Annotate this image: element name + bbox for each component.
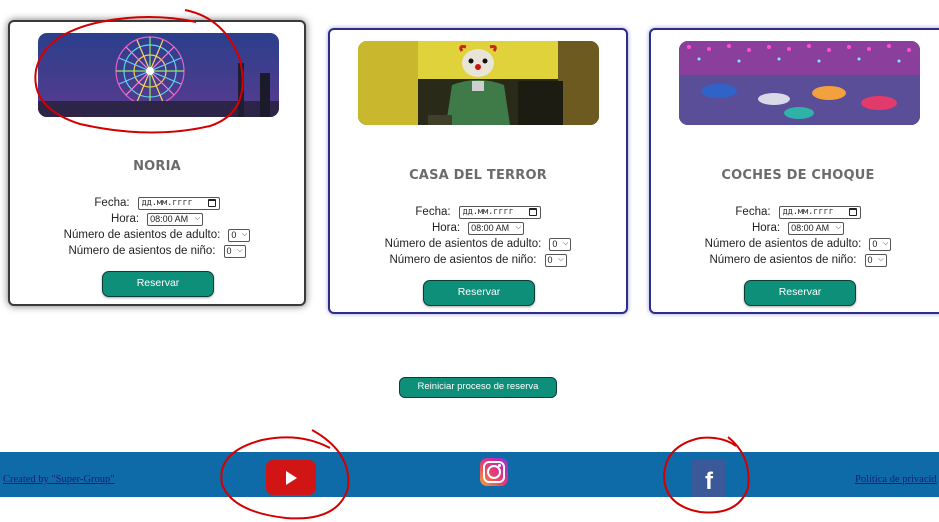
hora-label: Hora: xyxy=(431,222,461,234)
attraction-title: CASA DEL TERROR xyxy=(409,168,547,183)
chevron-down-icon: ⌵ xyxy=(558,256,564,263)
reservar-button[interactable]: Reservar xyxy=(744,280,856,306)
hora-value: 08:00 AM xyxy=(150,214,189,224)
child-seats-select[interactable]: 0 ⌵ xyxy=(223,244,246,258)
hora-label: Hora: xyxy=(751,222,781,234)
hora-label: Hora: xyxy=(110,213,140,225)
attraction-card-casa-del-terror: CASA DEL TERROR Fecha: дд.мм.гггг Hora: … xyxy=(328,28,628,314)
bumper-cars-image xyxy=(679,41,920,125)
credit-link[interactable]: Created by "Super-Group" xyxy=(3,474,115,485)
fecha-label: Fecha: xyxy=(415,206,451,218)
chevron-down-icon: ⌵ xyxy=(515,224,522,231)
date-placeholder: дд.мм.гггг xyxy=(462,207,514,217)
instagram-icon[interactable] xyxy=(480,458,508,486)
hora-select[interactable]: 08:00 AM ⌵ xyxy=(788,221,845,235)
reservation-form: Fecha: дд.мм.гггг Hora: 08:00 AM ⌵ Número… xyxy=(10,195,304,259)
attraction-card-coches-de-choque: COCHES DE CHOQUE Fecha: дд.мм.гггг Hora:… xyxy=(649,28,939,314)
fecha-label: Fecha: xyxy=(94,197,130,209)
attraction-title: COCHES DE CHOQUE xyxy=(721,168,875,183)
privacy-policy-link[interactable]: Política de privacid xyxy=(855,474,937,485)
ferris-wheel-image xyxy=(38,33,279,117)
fecha-label: Fecha: xyxy=(735,206,771,218)
adult-seats-value: 0 xyxy=(231,230,237,240)
date-placeholder: дд.мм.гггг xyxy=(141,198,193,208)
child-seats-value: 0 xyxy=(867,255,873,265)
hora-select[interactable]: 08:00 AM ⌵ xyxy=(468,221,525,235)
chevron-down-icon: ⌵ xyxy=(237,247,243,254)
instagram-lens xyxy=(487,465,501,479)
child-seats-select[interactable]: 0 ⌵ xyxy=(864,253,887,267)
child-seats-label: Número de asientos de niño: xyxy=(68,245,216,257)
date-input[interactable]: дд.мм.гггг xyxy=(778,205,861,219)
adult-seats-label: Número de asientos de adulto: xyxy=(63,229,221,241)
hora-select[interactable]: 08:00 AM ⌵ xyxy=(147,212,204,226)
attraction-card-noria: NORIA Fecha: дд.мм.гггг Hora: 08:00 AM ⌵ … xyxy=(8,20,306,306)
hora-value: 08:00 AM xyxy=(471,223,510,233)
child-seats-value: 0 xyxy=(226,246,232,256)
adult-seats-value: 0 xyxy=(872,239,878,249)
youtube-icon[interactable] xyxy=(266,460,316,495)
chevron-down-icon: ⌵ xyxy=(563,240,569,247)
reset-reservation-button[interactable]: Reiniciar proceso de reserva xyxy=(399,377,557,398)
calendar-icon[interactable] xyxy=(528,208,537,216)
attraction-title: NORIA xyxy=(133,159,181,174)
adult-seats-select[interactable]: 0 ⌵ xyxy=(228,228,251,242)
child-seats-value: 0 xyxy=(547,255,553,265)
chevron-down-icon: ⌵ xyxy=(835,224,842,231)
chevron-down-icon: ⌵ xyxy=(883,240,889,247)
facebook-glyph: f xyxy=(705,468,713,495)
date-input[interactable]: дд.мм.гггг xyxy=(458,205,541,219)
calendar-icon[interactable] xyxy=(207,199,216,207)
facebook-icon[interactable]: f xyxy=(692,459,726,497)
adult-seats-select[interactable]: 0 ⌵ xyxy=(869,237,892,251)
adult-seats-label: Número de asientos de adulto: xyxy=(384,238,542,250)
adult-seats-label: Número de asientos de adulto: xyxy=(704,238,862,250)
reservar-button[interactable]: Reservar xyxy=(102,271,214,297)
calendar-icon[interactable] xyxy=(848,208,857,216)
adult-seats-select[interactable]: 0 ⌵ xyxy=(549,237,572,251)
chevron-down-icon: ⌵ xyxy=(194,215,201,222)
instagram-dot xyxy=(498,464,501,467)
reservation-form: Fecha: дд.мм.гггг Hora: 08:00 AM ⌵ Número… xyxy=(651,204,939,268)
child-seats-label: Número de asientos de niño: xyxy=(709,254,857,266)
hora-value: 08:00 AM xyxy=(791,223,830,233)
chevron-down-icon: ⌵ xyxy=(878,256,884,263)
reservar-button[interactable]: Reservar xyxy=(423,280,535,306)
adult-seats-value: 0 xyxy=(552,239,558,249)
reservation-form: Fecha: дд.мм.гггг Hora: 08:00 AM ⌵ Número… xyxy=(330,204,626,268)
date-input[interactable]: дд.мм.гггг xyxy=(137,196,220,210)
date-placeholder: дд.мм.гггг xyxy=(782,207,834,217)
child-seats-select[interactable]: 0 ⌵ xyxy=(544,253,567,267)
play-icon xyxy=(286,471,297,485)
clown-image xyxy=(358,41,599,125)
footer: Created by "Super-Group" Política de pri… xyxy=(0,452,939,497)
child-seats-label: Número de asientos de niño: xyxy=(389,254,537,266)
chevron-down-icon: ⌵ xyxy=(242,231,248,238)
